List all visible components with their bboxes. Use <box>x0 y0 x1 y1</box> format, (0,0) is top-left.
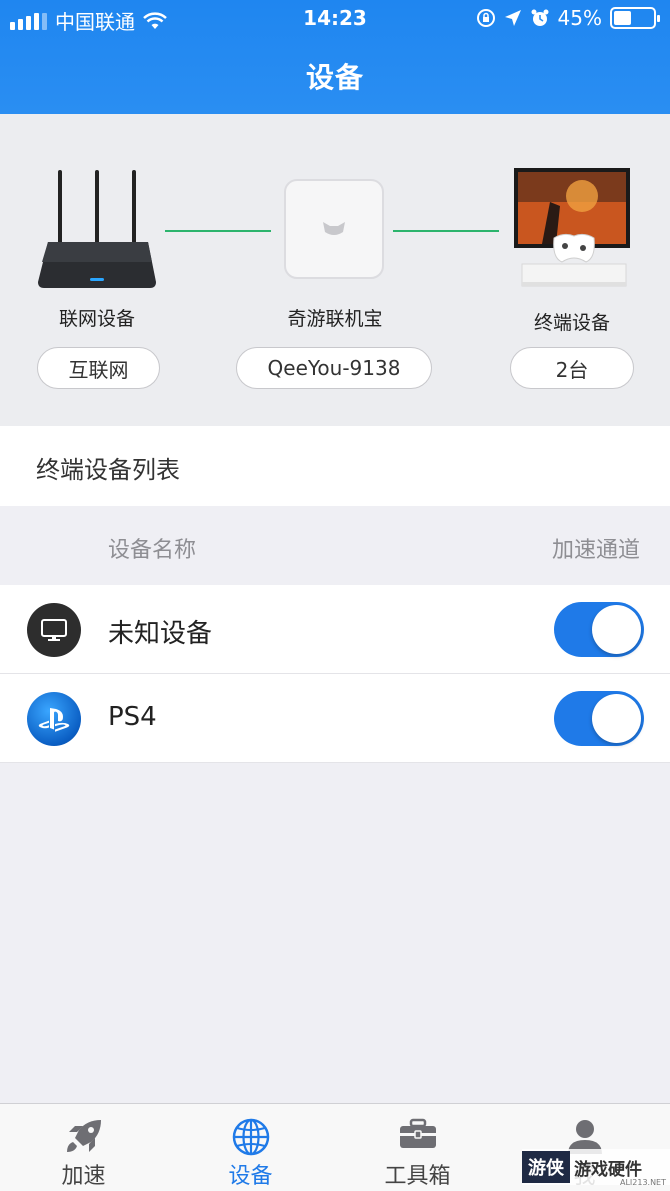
terminal-node <box>512 166 632 296</box>
monitor-icon <box>27 603 81 657</box>
status-bar: 中国联通 14:23 45% <box>0 0 670 38</box>
tab-label: 加速 <box>61 1164 106 1189</box>
device-row-ps4[interactable]: PS4 <box>0 674 670 763</box>
watermark-brand: 游侠 <box>522 1151 570 1183</box>
battery-icon <box>610 7 660 29</box>
link-line-left <box>165 230 271 232</box>
tab-accelerate[interactable]: 加速 <box>0 1104 167 1191</box>
device-list-title: 终端设备列表 <box>36 456 180 484</box>
toggle-knob <box>592 694 641 743</box>
tab-label: 工具箱 <box>384 1164 451 1189</box>
column-device-name: 设备名称 <box>108 538 197 563</box>
device-list-columns: 设备名称 加速通道 <box>0 506 670 584</box>
tab-label: 设备 <box>228 1164 273 1189</box>
header: 中国联通 14:23 45% 设备 <box>0 0 670 114</box>
qeeyou-node <box>283 178 385 286</box>
qeeyou-device-pill[interactable]: QeeYou-9138 <box>236 347 432 389</box>
playstation-icon <box>27 692 81 746</box>
device-name: 未知设备 <box>108 619 213 649</box>
router-node <box>36 166 158 296</box>
toolbox-icon <box>399 1118 436 1148</box>
tab-bar: 加速 设备 工具箱 我 游侠 游戏硬件 ALI213.NET <box>0 1103 670 1191</box>
column-acceleration-channel: 加速通道 <box>551 538 640 563</box>
acceleration-toggle[interactable] <box>554 691 644 746</box>
status-right: 45% <box>476 6 660 30</box>
tv-console-icon <box>514 168 630 287</box>
rocket-icon <box>66 1120 101 1152</box>
terminal-count-pill[interactable]: 2台 <box>510 347 634 389</box>
acceleration-toggle[interactable] <box>554 602 644 657</box>
qeeyou-box-icon <box>284 179 384 279</box>
globe-icon <box>232 1118 269 1156</box>
router-label: 联网设备 <box>58 308 135 330</box>
terminal-label: 终端设备 <box>533 312 610 334</box>
qeeyou-label: 奇游联机宝 <box>287 308 383 330</box>
watermark-text: 游戏硬件 <box>574 1159 642 1180</box>
alarm-icon <box>531 9 549 26</box>
network-topology: 联网设备 互联网 奇游联机宝 QeeYou-9138 终端设备 2台 <box>0 114 670 426</box>
router-status-pill[interactable]: 互联网 <box>37 347 160 389</box>
device-list-header: 终端设备列表 <box>0 426 670 506</box>
toggle-knob <box>592 605 641 654</box>
orientation-lock-icon <box>476 9 495 27</box>
watermark-sub: ALI213.NET <box>619 1178 666 1187</box>
link-line-right <box>393 230 499 232</box>
page-title: 设备 <box>305 61 364 94</box>
location-icon <box>504 10 521 26</box>
device-name: PS4 <box>108 702 157 732</box>
battery-percent: 45% <box>557 6 602 30</box>
router-icon <box>38 170 156 288</box>
row-divider <box>0 762 670 763</box>
device-row-unknown[interactable]: 未知设备 <box>0 585 670 674</box>
tab-devices[interactable]: 设备 <box>167 1104 334 1191</box>
tab-toolbox[interactable]: 工具箱 <box>334 1104 501 1191</box>
site-watermark: 游侠 游戏硬件 ALI213.NET <box>522 1149 670 1187</box>
